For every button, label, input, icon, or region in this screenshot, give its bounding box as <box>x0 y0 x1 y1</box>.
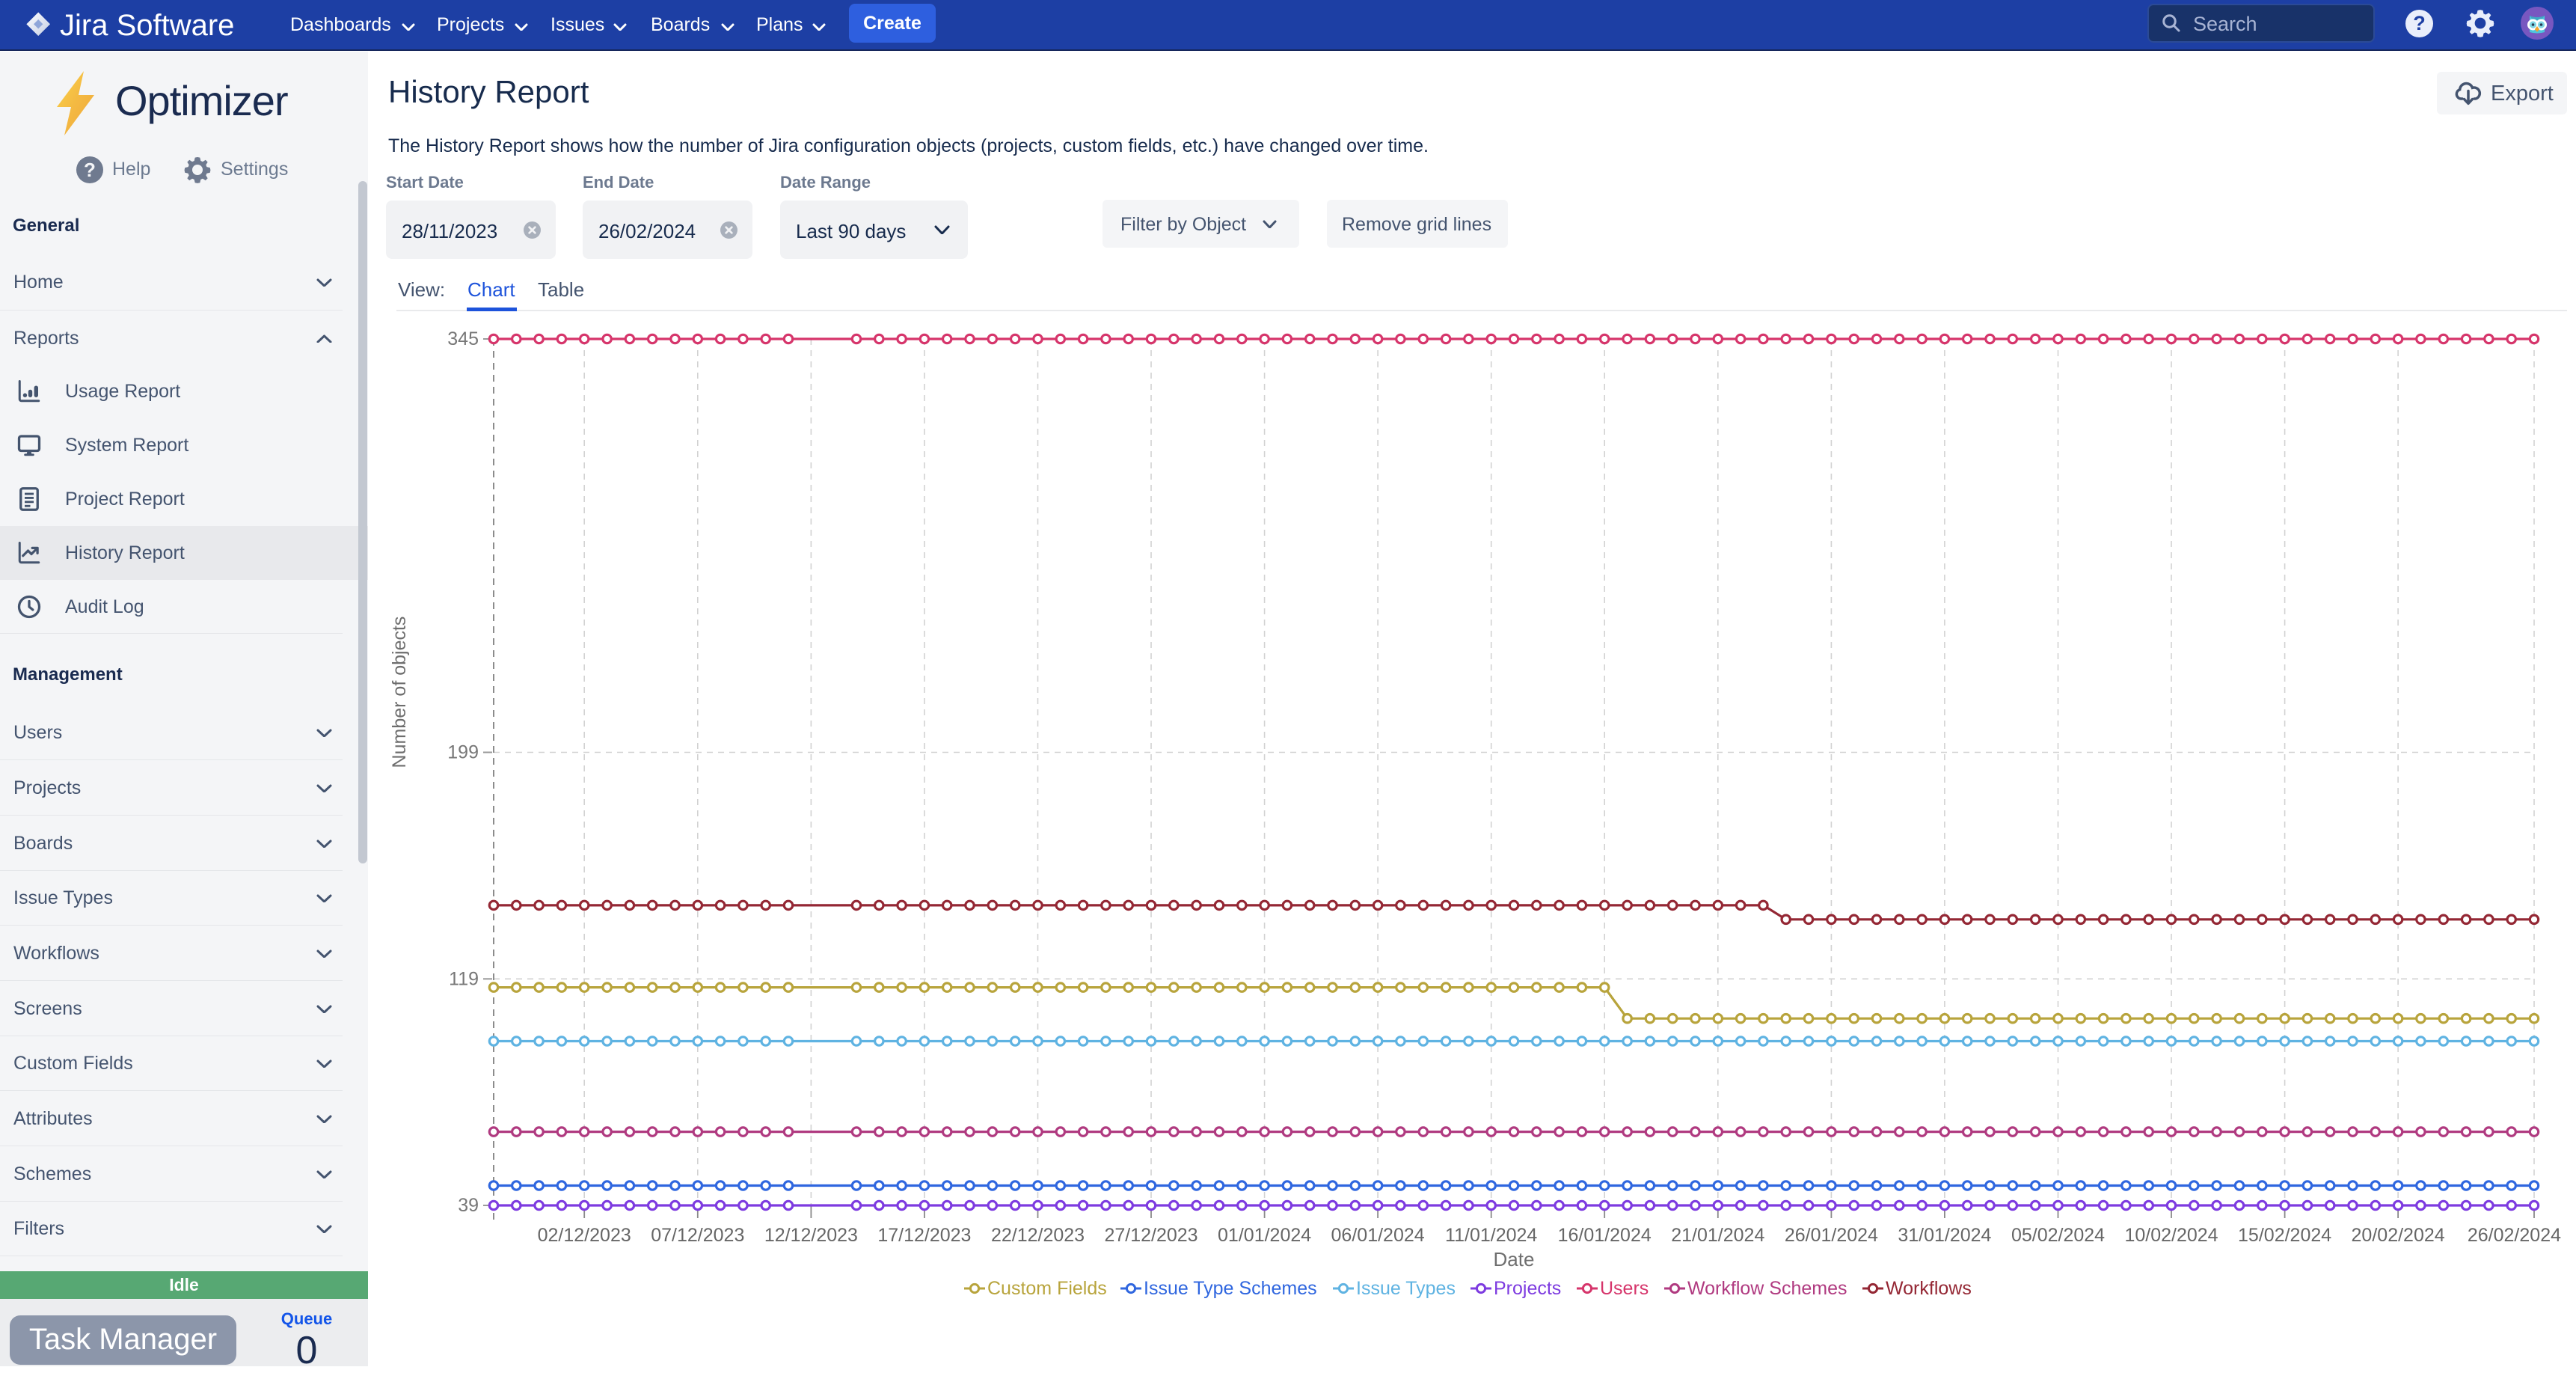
svg-text:Workflow Schemes: Workflow Schemes <box>1687 1278 1847 1299</box>
svg-text:Users: Users <box>1600 1278 1649 1299</box>
svg-text:17/12/2023: 17/12/2023 <box>877 1225 971 1246</box>
svg-text:345: 345 <box>447 328 479 349</box>
svg-text:10/02/2024: 10/02/2024 <box>2124 1225 2218 1246</box>
svg-text:15/02/2024: 15/02/2024 <box>2238 1225 2331 1246</box>
svg-text:26/01/2024: 26/01/2024 <box>1785 1225 1878 1246</box>
svg-text:01/01/2024: 01/01/2024 <box>1218 1225 1311 1246</box>
svg-text:20/02/2024: 20/02/2024 <box>2352 1225 2445 1246</box>
svg-text:12/12/2023: 12/12/2023 <box>764 1225 858 1246</box>
svg-text:11/01/2024: 11/01/2024 <box>1445 1225 1537 1246</box>
svg-text:27/12/2023: 27/12/2023 <box>1104 1225 1197 1246</box>
svg-text:02/12/2023: 02/12/2023 <box>538 1225 631 1246</box>
svg-text:119: 119 <box>449 968 479 989</box>
svg-text:07/12/2023: 07/12/2023 <box>651 1225 744 1246</box>
svg-text:21/01/2024: 21/01/2024 <box>1671 1225 1764 1246</box>
svg-text:26/02/2024: 26/02/2024 <box>2468 1225 2561 1246</box>
svg-text:Number of objects: Number of objects <box>389 617 410 768</box>
svg-text:199: 199 <box>447 742 479 763</box>
svg-text:22/12/2023: 22/12/2023 <box>991 1225 1085 1246</box>
svg-text:Date: Date <box>1494 1248 1535 1270</box>
svg-text:Projects: Projects <box>1494 1278 1561 1299</box>
svg-text:Workflows: Workflows <box>1886 1278 1972 1299</box>
svg-text:05/02/2024: 05/02/2024 <box>2011 1225 2105 1246</box>
svg-text:Issue Type Schemes: Issue Type Schemes <box>1144 1278 1317 1299</box>
svg-text:Custom Fields: Custom Fields <box>987 1278 1107 1299</box>
svg-text:Issue Types: Issue Types <box>1356 1278 1456 1299</box>
svg-text:39: 39 <box>458 1195 479 1216</box>
svg-text:31/01/2024: 31/01/2024 <box>1898 1225 1991 1246</box>
svg-text:16/01/2024: 16/01/2024 <box>1558 1225 1652 1246</box>
svg-text:06/01/2024: 06/01/2024 <box>1331 1225 1425 1246</box>
